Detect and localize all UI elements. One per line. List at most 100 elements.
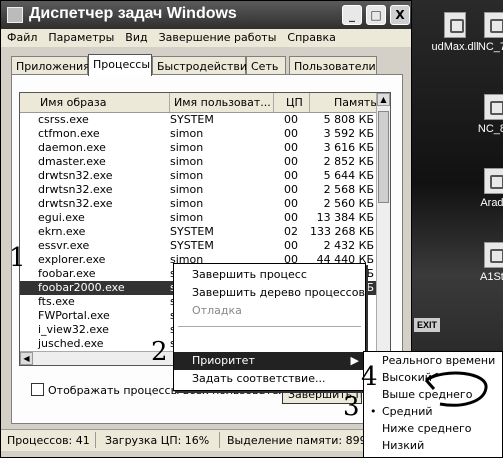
scroll-thumb[interactable] <box>378 111 389 203</box>
minimize-button[interactable]: _ <box>342 5 362 25</box>
cell-image-name: csrss.exe <box>38 113 89 126</box>
menu-end-process[interactable]: Завершить процесс <box>174 266 365 284</box>
submenu-arrow-icon: ▶ <box>350 354 359 367</box>
table-row[interactable]: ekrn.exe SYSTEM 02 133 268 КБ <box>20 225 378 239</box>
title-bar[interactable]: Диспетчер задач Windows _ □ X <box>1 1 411 29</box>
file-icon <box>484 242 503 268</box>
cell-image-name: FWPortal.exe <box>38 309 110 322</box>
priority-above-normal[interactable]: Выше среднего <box>364 386 502 404</box>
priority-normal-label: Средний <box>382 405 433 418</box>
cell-memory: 2 852 КБ <box>323 155 374 168</box>
annotation-3: 3 <box>343 392 360 422</box>
priority-submenu: Реального времени Высокий Выше среднего … <box>363 351 503 458</box>
menu-help[interactable]: Справка <box>281 29 340 44</box>
annotation-2: 2 <box>151 337 168 367</box>
annotation-4: 4 <box>361 362 378 392</box>
cell-user-name: simon <box>170 183 204 196</box>
table-row[interactable]: daemon.exe simon 00 3 616 КБ <box>20 141 378 155</box>
cell-memory: 133 268 КБ <box>310 225 375 238</box>
menu-debug: Отладка <box>192 304 242 317</box>
menu-file[interactable]: Файл <box>1 29 42 44</box>
menu-separator <box>178 326 361 327</box>
cell-user-name: simon <box>170 169 204 182</box>
column-image-name[interactable]: Имя образа <box>20 93 170 112</box>
column-memory[interactable]: Память <box>310 93 378 112</box>
cell-user-name: simon <box>170 197 204 210</box>
priority-low[interactable]: Низкий <box>364 437 502 455</box>
checkbox-box[interactable] <box>31 383 44 396</box>
cell-memory: 3 592 КБ <box>323 127 374 140</box>
desktop-icon-label: A1Ste <box>480 271 503 283</box>
menu-end-process-tree[interactable]: Завершить дерево процессов <box>174 284 365 302</box>
cell-memory: 2 560 КБ <box>323 197 374 210</box>
process-context-menu: Завершить процесс Завершить дерево проце… <box>173 263 366 391</box>
table-row[interactable]: drwtsn32.exe simon 00 2 568 КБ <box>20 183 378 197</box>
close-button[interactable]: X <box>390 5 410 25</box>
cell-image-name: i_view32.exe <box>38 323 109 336</box>
cell-image-name: foobar2000.exe <box>38 281 125 294</box>
list-header: Имя образа Имя пользоват... ЦП Память <box>20 93 378 113</box>
tab-processes[interactable]: Процессы <box>88 54 152 76</box>
cell-memory: 2 432 КБ <box>323 239 374 252</box>
cell-image-name: drwtsn32.exe <box>38 169 113 182</box>
cell-user-name: SYSTEM <box>170 113 214 126</box>
cell-image-name: jusched.exe <box>38 337 104 350</box>
desktop-icon-nc71[interactable]: NC_71 <box>460 12 503 53</box>
priority-realtime[interactable]: Реального времени <box>364 352 502 370</box>
table-row[interactable]: essvr.exe SYSTEM 00 2 432 КБ <box>20 239 378 253</box>
scroll-left-icon[interactable]: ◀ <box>20 352 33 365</box>
cell-image-name: egui.exe <box>38 211 85 224</box>
cell-memory: 3 616 КБ <box>323 141 374 154</box>
exit-sign: EXIT <box>414 318 440 332</box>
tab-network[interactable]: Сеть <box>246 56 286 75</box>
task-manager-icon <box>7 7 23 23</box>
tab-users[interactable]: Пользователи <box>289 56 377 75</box>
priority-high[interactable]: Высокий <box>364 369 502 387</box>
cell-user-name: simon <box>170 127 204 140</box>
status-divider <box>95 432 96 448</box>
table-row[interactable]: ctfmon.exe simon 00 3 592 КБ <box>20 127 378 141</box>
status-bar: Процессов: 41 Загрузка ЦП: 16% Выделение… <box>1 429 411 451</box>
column-cpu[interactable]: ЦП <box>274 93 310 112</box>
cell-image-name: dmaster.exe <box>38 155 106 168</box>
cell-user-name: SYSTEM <box>170 239 214 252</box>
status-divider <box>219 432 220 448</box>
menu-priority[interactable]: Приоритет ▶ <box>174 352 365 370</box>
cell-memory: 2 568 КБ <box>323 183 374 196</box>
status-cpu: Загрузка ЦП: 16% <box>105 434 210 447</box>
scroll-up-icon[interactable]: ▲ <box>377 93 390 106</box>
cell-image-name: ctfmon.exe <box>38 127 100 140</box>
tab-performance[interactable]: Быстродействие <box>152 56 254 75</box>
cell-image-name: fts.exe <box>38 295 75 308</box>
menu-bar: Файл Параметры Вид Завершение работы Справка <box>1 29 411 47</box>
tab-applications[interactable]: Приложения <box>11 56 90 75</box>
table-row[interactable]: drwtsn32.exe simon 00 2 560 КБ <box>20 197 378 211</box>
checked-bullet-icon: • <box>370 405 377 418</box>
cell-user-name: simon <box>170 141 204 154</box>
menu-set-affinity[interactable]: Задать соответствие... <box>174 370 365 388</box>
desktop-icon-nc85[interactable]: NC_85 <box>460 94 503 135</box>
vertical-scrollbar[interactable]: ▲ ▼ <box>376 93 390 365</box>
desktop-icon-a1ste[interactable]: A1Ste <box>460 242 503 283</box>
file-icon <box>484 12 503 38</box>
cell-image-name: essvr.exe <box>38 239 90 252</box>
status-memory: Выделение памяти: 899МБ <box>227 434 384 447</box>
cell-memory: 5 808 КБ <box>323 113 374 126</box>
cell-memory: 5 644 КБ <box>323 169 374 182</box>
menu-options[interactable]: Параметры <box>42 29 119 44</box>
table-row[interactable]: drwtsn32.exe simon 00 5 644 КБ <box>20 169 378 183</box>
table-row[interactable]: csrss.exe SYSTEM 00 5 808 КБ <box>20 113 378 127</box>
desktop-icon-arada[interactable]: Arada <box>460 168 503 209</box>
column-user-name[interactable]: Имя пользоват... <box>170 93 274 112</box>
cell-image-name: ekrn.exe <box>38 225 86 238</box>
menu-view[interactable]: Вид <box>119 29 152 44</box>
table-row[interactable]: egui.exe simon 00 13 384 КБ <box>20 211 378 225</box>
maximize-button[interactable]: □ <box>366 5 386 25</box>
priority-normal[interactable]: • Средний <box>364 403 502 421</box>
cell-image-name: daemon.exe <box>38 141 106 154</box>
window-title: Диспетчер задач Windows <box>29 5 237 22</box>
cell-image-name: drwtsn32.exe <box>38 183 113 196</box>
table-row[interactable]: dmaster.exe simon 00 2 852 КБ <box>20 155 378 169</box>
priority-below-normal[interactable]: Ниже среднего <box>364 420 502 438</box>
menu-shutdown[interactable]: Завершение работы <box>153 29 282 44</box>
